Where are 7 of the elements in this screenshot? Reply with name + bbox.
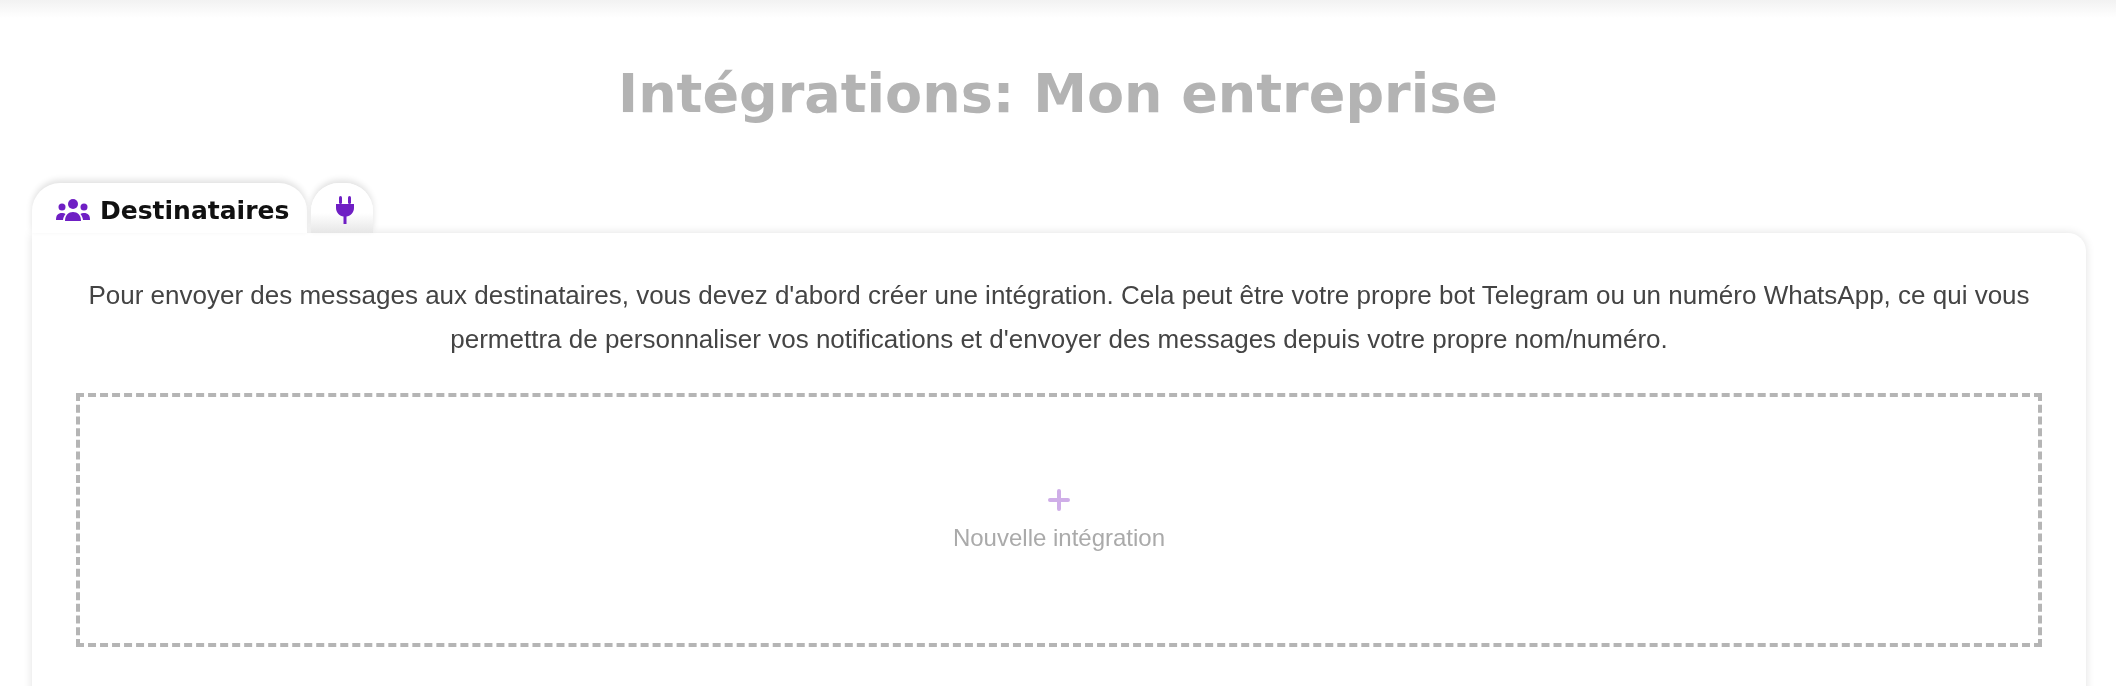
tab[interactable]: [311, 183, 374, 233]
description-text: Pour envoyer des messages aux destinataires, vous devez d'abord créer une intégration. Cela peut être votre propre bot Telegram ou un numéro WhatsApp, ce qui vous permettra de personnaliser vos notifications et d'envoyer des messages depuis votre propre nom/numéro.: [87, 279, 2031, 356]
people-icon: [56, 198, 90, 222]
plus-icon: [1047, 488, 1071, 512]
page-title: Intégrations: Mon entreprise: [617, 64, 1499, 127]
plug-icon: [335, 196, 356, 224]
tab[interactable]: Destinataires: [32, 183, 308, 233]
